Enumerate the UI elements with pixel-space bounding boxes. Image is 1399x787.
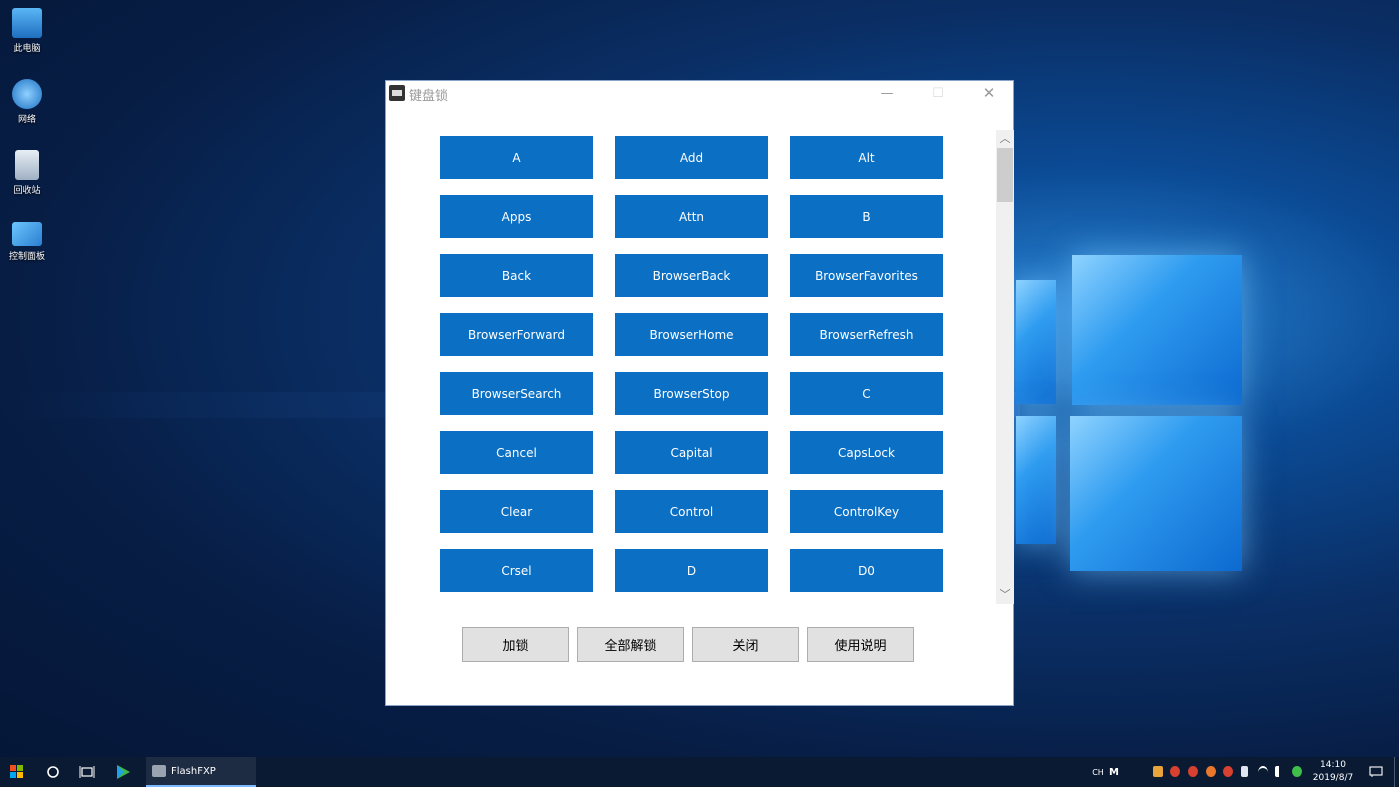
key-button[interactable]: B	[790, 195, 943, 238]
notification-icon	[1369, 766, 1383, 777]
keyboard-lock-window: 键盘锁 — ☐ ✕ A Add Alt Apps Attn B Back Bro…	[385, 80, 1014, 706]
wifi-icon[interactable]	[1258, 766, 1268, 779]
unlock-all-button[interactable]: 全部解锁	[577, 627, 684, 662]
key-button[interactable]: C	[790, 372, 943, 415]
close-button[interactable]: 关闭	[692, 627, 799, 662]
key-button[interactable]: BrowserHome	[615, 313, 768, 356]
usb-device-icon[interactable]	[1241, 766, 1248, 777]
task-view-icon	[79, 766, 95, 778]
key-button[interactable]: Capital	[615, 431, 768, 474]
desktop-icon-label: 回收站	[13, 186, 41, 196]
wallpaper-logo-pane	[1072, 255, 1242, 405]
media-player-icon	[117, 765, 130, 779]
scrollbar-thumb[interactable]	[997, 148, 1013, 202]
desktop-icon-computer[interactable]: 此电脑	[4, 8, 50, 54]
scroll-up-icon[interactable]: ︿	[996, 131, 1014, 147]
qq-icon[interactable]	[1188, 766, 1198, 777]
key-button[interactable]: BrowserForward	[440, 313, 593, 356]
vertical-scrollbar[interactable]: ︿ ﹀	[996, 130, 1014, 604]
action-center-button[interactable]	[1364, 757, 1388, 787]
lock-button[interactable]: 加锁	[462, 627, 569, 662]
key-button[interactable]: Add	[615, 136, 768, 179]
key-button[interactable]: Apps	[440, 195, 593, 238]
computer-icon	[12, 8, 42, 38]
key-button[interactable]: D0	[790, 549, 943, 592]
wechat-icon[interactable]	[1292, 766, 1302, 777]
flashfxp-icon	[152, 765, 166, 777]
scroll-down-icon[interactable]: ﹀	[996, 587, 1014, 603]
title-bar[interactable]: 键盘锁 — ☐ ✕	[386, 81, 1013, 106]
recycle-bin-icon	[15, 150, 39, 180]
show-desktop-divider[interactable]	[1394, 757, 1395, 787]
ime-mode-indicator[interactable]: M	[1107, 757, 1121, 787]
start-button[interactable]	[0, 757, 34, 787]
network-icon	[12, 79, 42, 109]
key-button[interactable]: CapsLock	[790, 431, 943, 474]
task-view-button[interactable]	[70, 757, 104, 787]
clock-time: 14:10	[1320, 760, 1346, 770]
desktop-icon-control-panel[interactable]: 控制面板	[4, 222, 50, 262]
pen-icon[interactable]	[1153, 766, 1163, 777]
desktop-icon-network[interactable]: 网络	[4, 79, 50, 125]
key-button[interactable]: Alt	[790, 136, 943, 179]
key-button[interactable]: Back	[440, 254, 593, 297]
desktop-icon-recycle-bin[interactable]: 回收站	[4, 150, 50, 196]
flashfxp-label: FlashFXP	[171, 765, 216, 777]
help-button[interactable]: 使用说明	[807, 627, 914, 662]
key-button[interactable]: BrowserRefresh	[790, 313, 943, 356]
wallpaper-logo-pane	[1016, 280, 1056, 404]
key-button[interactable]: ControlKey	[790, 490, 943, 533]
key-button[interactable]: Cancel	[440, 431, 593, 474]
wallpaper-logo-pane	[1016, 416, 1056, 544]
qq-icon[interactable]	[1206, 766, 1216, 777]
key-button[interactable]: Attn	[615, 195, 768, 238]
key-button[interactable]: A	[440, 136, 593, 179]
desktop-icon-label: 网络	[17, 115, 36, 125]
ime-indicator[interactable]: CH	[1090, 757, 1106, 787]
media-player-taskbar-button[interactable]	[106, 757, 140, 787]
key-button[interactable]: BrowserStop	[615, 372, 768, 415]
cortana-circle-icon	[47, 766, 59, 778]
maximize-button[interactable]: ☐	[915, 81, 961, 106]
key-button[interactable]: Crsel	[440, 549, 593, 592]
wallpaper-logo-pane	[1070, 416, 1242, 571]
taskbar: FlashFXP CH M 14:10 2019/8/7	[0, 757, 1399, 787]
clock-date: 2019/8/7	[1312, 773, 1354, 783]
windows-logo-icon	[10, 765, 23, 778]
window-title: 键盘锁	[409, 89, 449, 104]
control-panel-icon	[12, 222, 42, 246]
keyboard-app-icon	[389, 85, 405, 101]
key-button[interactable]: BrowserSearch	[440, 372, 593, 415]
qq-icon[interactable]	[1223, 766, 1233, 777]
search-button[interactable]	[36, 757, 70, 787]
flashfxp-taskbar-button[interactable]: FlashFXP	[146, 757, 256, 787]
key-button[interactable]: Clear	[440, 490, 593, 533]
key-button[interactable]: Control	[615, 490, 768, 533]
close-window-button[interactable]: ✕	[966, 81, 1012, 106]
taskbar-clock[interactable]: 14:10 2019/8/7	[1311, 759, 1355, 785]
volume-icon[interactable]	[1275, 766, 1289, 777]
key-button[interactable]: BrowserFavorites	[790, 254, 943, 297]
key-button[interactable]: D	[615, 549, 768, 592]
qq-icon[interactable]	[1170, 766, 1180, 777]
key-button[interactable]: BrowserBack	[615, 254, 768, 297]
desktop-icon-label: 此电脑	[13, 44, 41, 54]
minimize-button[interactable]: —	[864, 81, 910, 106]
desktop-icon-label: 控制面板	[8, 252, 45, 262]
